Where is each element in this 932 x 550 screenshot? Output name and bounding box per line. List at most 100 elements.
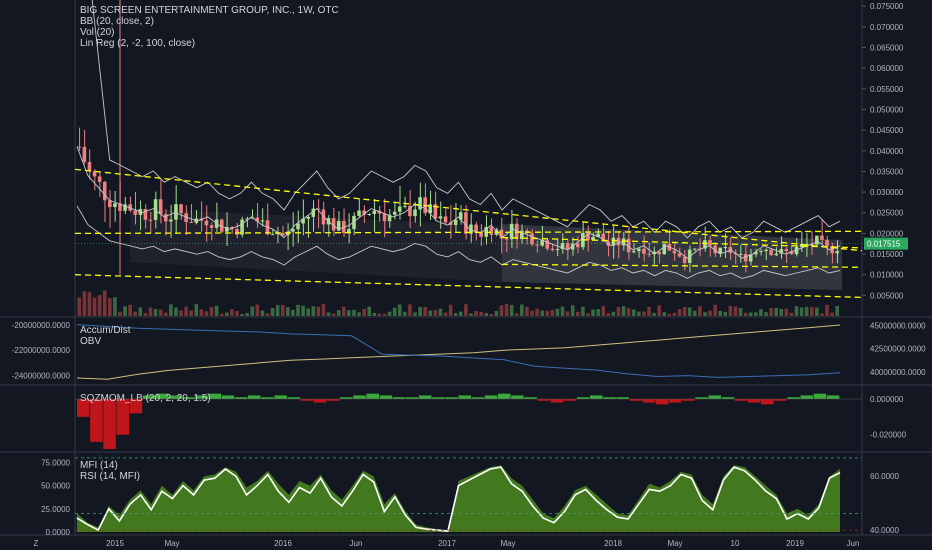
price-tick-label: 0.030000 (870, 188, 904, 197)
volume-bar (565, 311, 570, 316)
volume-bar (418, 306, 422, 316)
candle-body (413, 209, 417, 217)
volume-bar (82, 291, 87, 316)
volume-bar (428, 310, 433, 316)
volume-bar (794, 306, 799, 316)
volume-bar (682, 307, 687, 316)
sqzmom-legend: SQZMOM_LB (20, 2, 20, 1.5) (80, 393, 211, 404)
candle-body (738, 253, 743, 255)
candle-body (575, 243, 580, 248)
sqzmom-bar (590, 395, 603, 399)
volume-bar (265, 313, 270, 316)
sqzmom-bar (248, 395, 261, 399)
mfi-label: MFI (14) (80, 460, 118, 471)
sqzmom-bar (826, 395, 840, 399)
volume-bar (525, 306, 529, 316)
volume-bar (820, 313, 824, 316)
candle-body (774, 253, 778, 256)
price-tick-label: 0.040000 (870, 147, 904, 156)
candle-body (718, 247, 723, 254)
volume-bar (143, 313, 148, 316)
candle-body (835, 251, 839, 254)
volume-bar (423, 306, 427, 316)
sqzmom-bar (497, 393, 511, 399)
sqzmom-bar (800, 395, 814, 399)
volume-bar (804, 306, 809, 316)
candle-body (825, 239, 829, 246)
accum-dist-tick: -20000000.0000 (12, 321, 71, 330)
candle-body (647, 253, 651, 255)
volume-bar (504, 304, 509, 316)
volume-bar (321, 304, 326, 316)
volume-bar (331, 313, 336, 316)
volume-bar (764, 312, 768, 316)
volume-bar (652, 313, 656, 316)
candle-body (163, 214, 168, 222)
volume-bar (184, 306, 188, 316)
volume-bar (550, 309, 555, 316)
time-tick-label: 2015 (106, 539, 124, 548)
sqzmom-bar (484, 395, 498, 399)
sqzmom-bar (761, 399, 774, 405)
volume-bar (520, 304, 524, 316)
volume-bar (509, 304, 514, 316)
volume-bar (489, 313, 494, 316)
candle-body (504, 238, 509, 240)
candle-body (759, 251, 763, 253)
candle-body (77, 146, 82, 148)
volume-bar (606, 313, 611, 316)
candle-body (148, 219, 153, 221)
volume-bar (326, 312, 331, 316)
price-tick-label: 0.005000 (870, 291, 904, 300)
volume-bar (204, 311, 209, 316)
sqzmom-tick: 0.000000 (870, 395, 904, 404)
volume-bar (438, 308, 443, 316)
sqzmom-bar (642, 399, 656, 403)
volume-bar (392, 307, 397, 316)
price-tick-label: 0.045000 (870, 126, 904, 135)
accum-dist-tick: -22000000.0000 (12, 346, 71, 355)
volume-bar (738, 308, 743, 316)
volume-bar (799, 307, 804, 316)
candle-body (637, 248, 641, 252)
volume-bar (377, 313, 382, 316)
sqzmom-bar (103, 399, 116, 449)
volume-bar (97, 295, 102, 316)
sqzmom-bar (550, 399, 564, 403)
time-tick-label: Jun (847, 539, 860, 548)
volume-bar (362, 308, 366, 316)
time-tick-label: May (667, 539, 682, 548)
time-tick-label: 2019 (786, 539, 804, 548)
volume-bar (153, 309, 158, 316)
volume-bar (647, 306, 651, 316)
sqzmom-tick: -0.020000 (870, 431, 907, 440)
volume-bar (692, 310, 697, 316)
candle-body (189, 221, 193, 223)
volume-bar (621, 306, 626, 316)
volume-bar (733, 306, 738, 316)
volume-bar (667, 313, 672, 316)
sqzmom-bar (511, 395, 524, 399)
volume-bar (514, 313, 519, 316)
candle-body (418, 197, 422, 210)
mfi-legend: MFI (14) RSI (14, MFI) (80, 460, 140, 482)
time-tick-label: 2017 (438, 539, 456, 548)
candle-body (367, 214, 372, 216)
volume-bar (708, 310, 712, 316)
candle-body (677, 253, 682, 257)
volume-bar (657, 305, 661, 316)
price-tick-label: 0.075000 (870, 2, 904, 11)
volume-bar (754, 312, 758, 316)
candle-body (392, 211, 397, 215)
volume-bar (596, 309, 600, 316)
volume-bar (311, 306, 316, 316)
volume-bar (626, 308, 631, 316)
volume-bar (306, 308, 310, 316)
volume-bar (570, 305, 575, 316)
candle-body (464, 212, 468, 234)
sqzmom-bar (353, 395, 366, 399)
volume-bar (815, 307, 819, 316)
price-legend: BIG SCREEN ENTERTAINMENT GROUP, INC., 1W… (80, 5, 339, 49)
volume-bar (230, 309, 234, 316)
volume-bar (835, 305, 839, 316)
